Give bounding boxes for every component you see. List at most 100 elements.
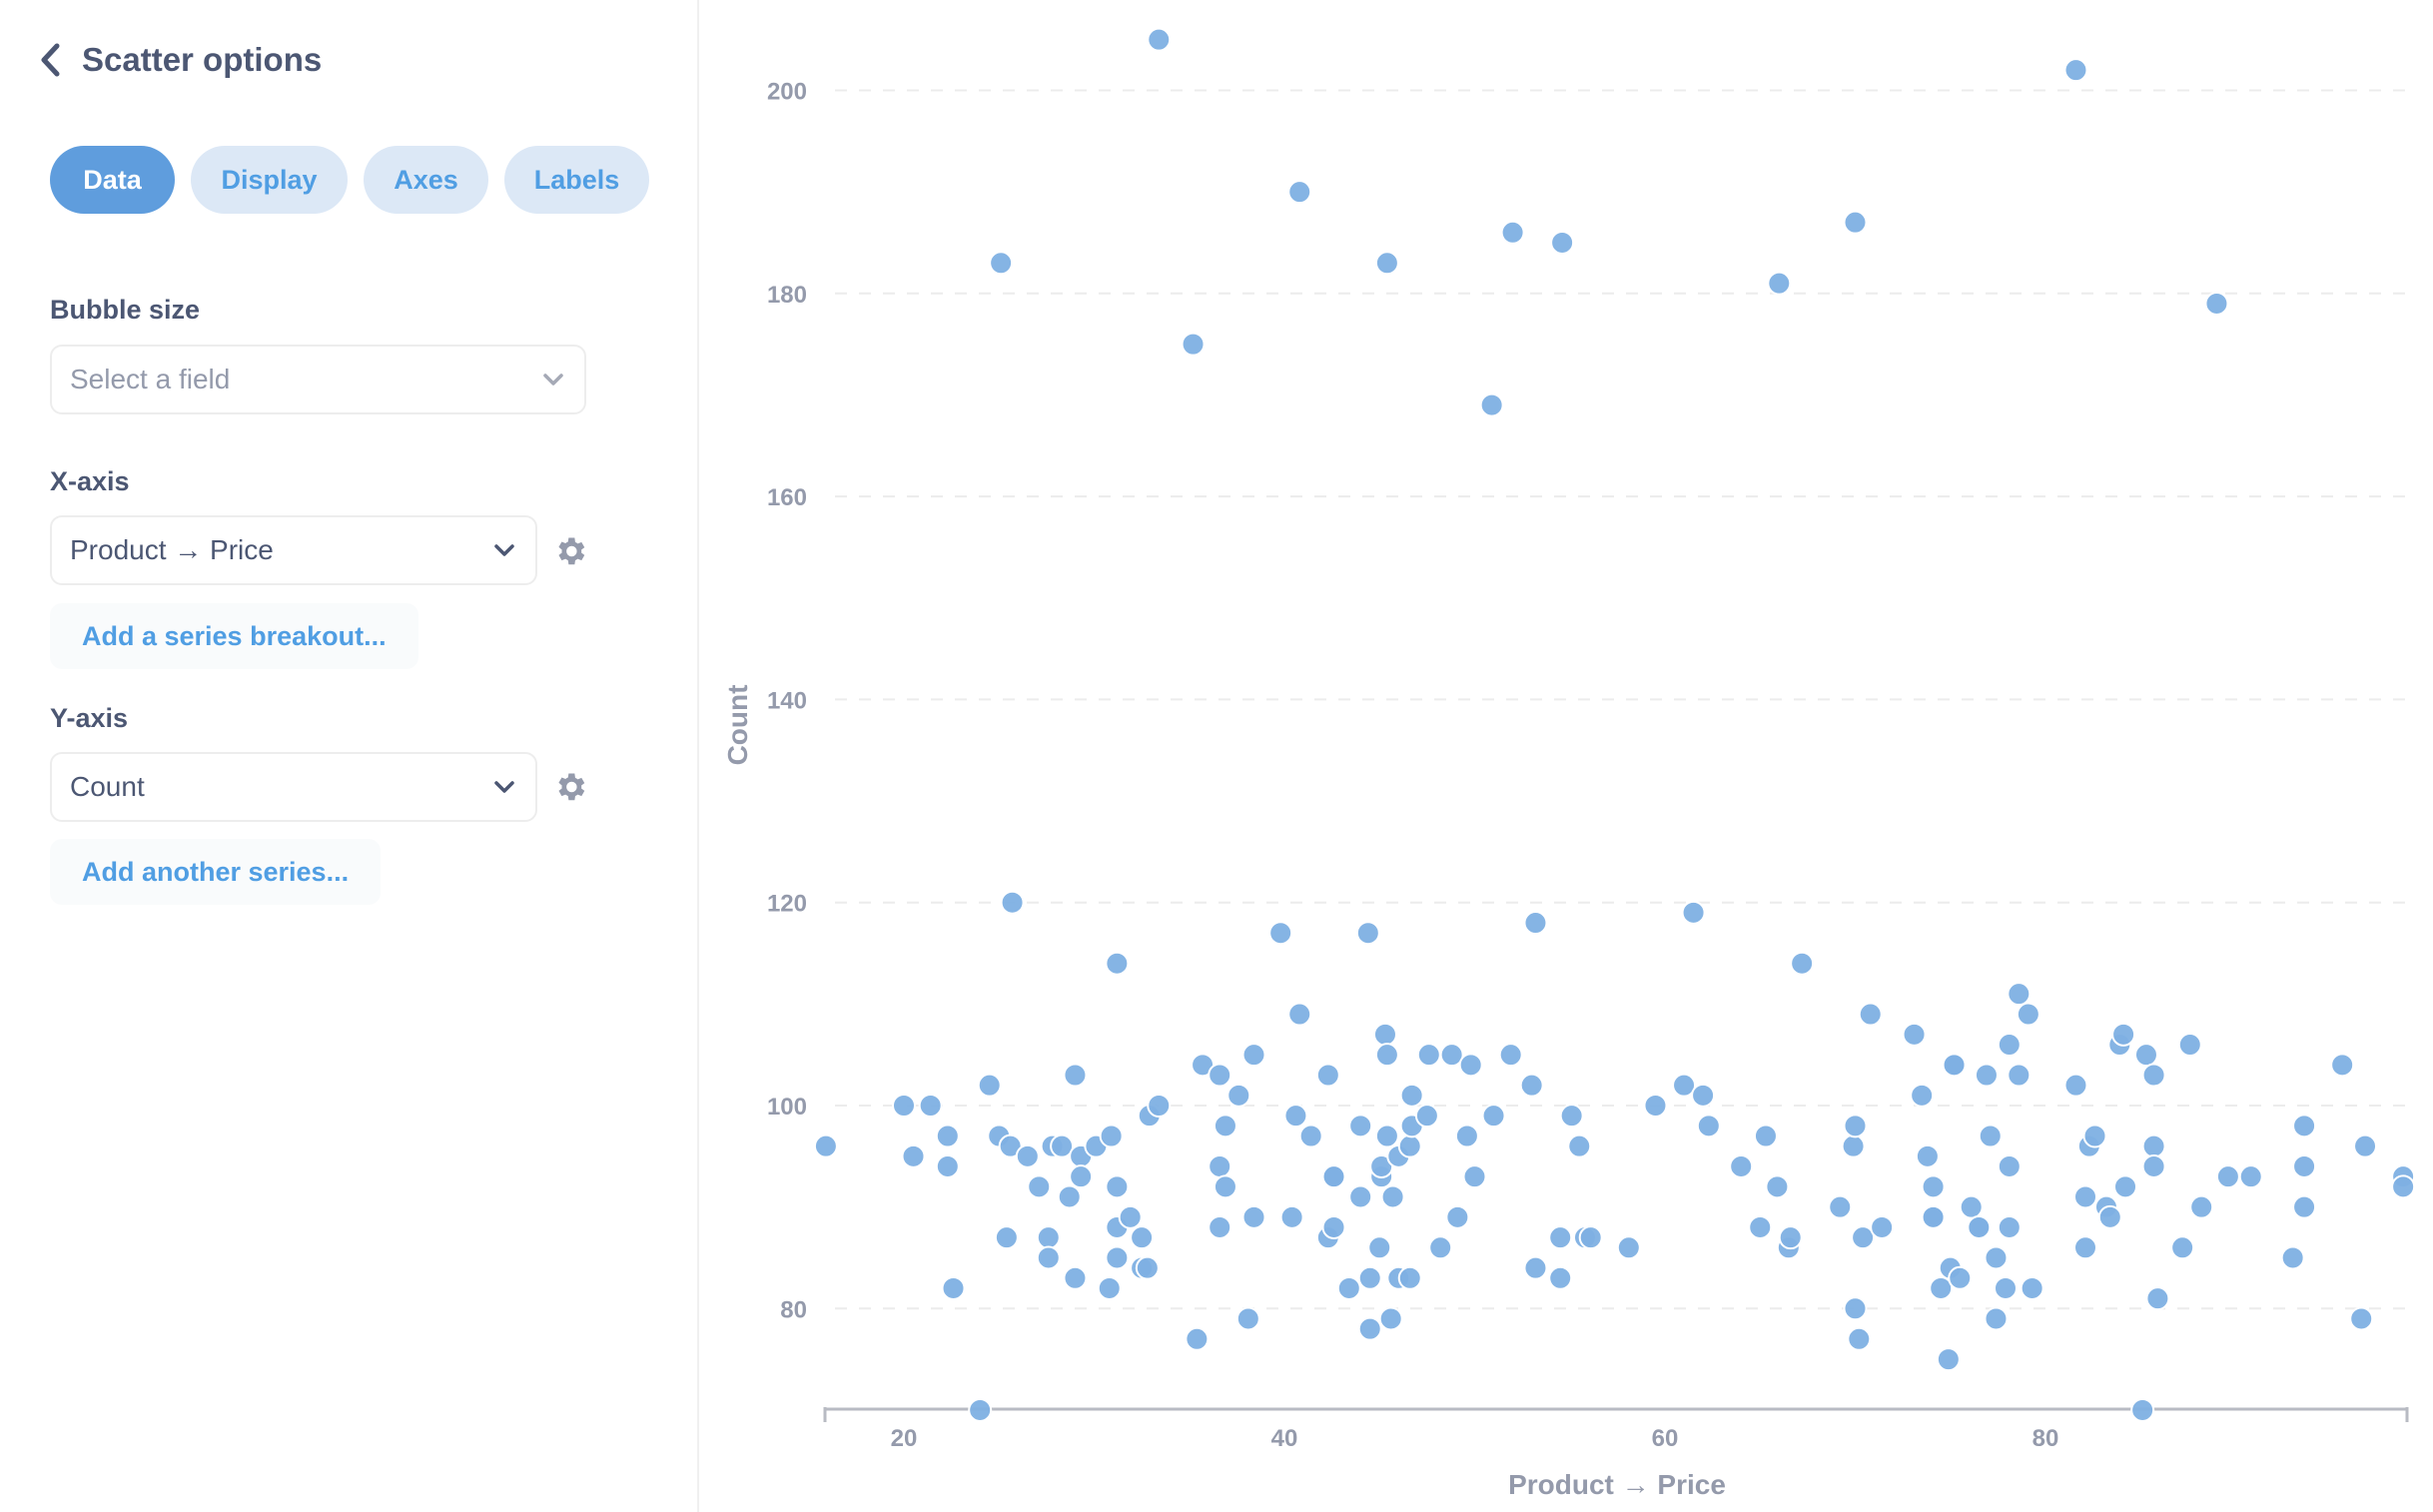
scatter-point <box>1915 1143 1940 1168</box>
scatter-point <box>1208 1153 1232 1178</box>
scatter-point <box>977 1073 1002 1098</box>
scatter-point <box>1790 951 1815 976</box>
scatter-point <box>1000 890 1025 915</box>
y-axis-gear-icon[interactable] <box>550 767 590 807</box>
scatter-point <box>989 251 1014 276</box>
scatter-point <box>1481 1104 1506 1129</box>
scatter-point <box>1993 1275 2018 1300</box>
y-tick-label: 120 <box>767 891 807 918</box>
scatter-point <box>2280 1245 2305 1270</box>
scatter-point <box>1567 1134 1592 1158</box>
scatter-point <box>2082 1124 2107 1148</box>
scatter-point <box>1348 1184 1373 1209</box>
scatter-point <box>968 1397 993 1422</box>
scatter-point <box>1548 1225 1573 1250</box>
chevron-down-icon <box>491 537 517 563</box>
scatter-point <box>2330 1053 2355 1078</box>
scatter-point <box>1870 1214 1895 1239</box>
scatter-point <box>1523 911 1548 936</box>
scatter-point <box>1843 1114 1868 1138</box>
scatter-point <box>1753 1124 1778 1148</box>
scatter-point <box>1416 1043 1441 1068</box>
scatter-point <box>1942 1053 1967 1078</box>
scatter-point <box>1778 1225 1803 1250</box>
tab-display[interactable]: Display <box>191 146 348 214</box>
scatter-point <box>1616 1235 1641 1260</box>
scatter-point <box>1374 1043 1399 1068</box>
x-axis-select[interactable]: Product → Price <box>50 515 537 585</box>
scatter-point <box>1519 1073 1544 1098</box>
scatter-point <box>1548 1265 1573 1290</box>
scatter-point <box>2141 1063 2166 1088</box>
scatter-point <box>813 1134 838 1158</box>
scatter-point <box>1997 1214 2022 1239</box>
y-tick-label: 100 <box>767 1094 807 1121</box>
bubble-size-label: Bubble size <box>50 295 201 325</box>
scatter-point <box>2292 1194 2317 1219</box>
scatter-point <box>1321 1164 1346 1189</box>
scatter-point <box>1399 1083 1424 1108</box>
scatter-point <box>1765 1174 1790 1199</box>
tab-axes[interactable]: Axes <box>364 146 488 214</box>
scatter-point <box>2204 291 2229 316</box>
scatter-point <box>2063 1073 2088 1098</box>
scatter-point <box>1984 1245 2009 1270</box>
scatter-point <box>1097 1275 1122 1300</box>
scatter-point <box>1213 1174 1237 1199</box>
y-axis-select[interactable]: Count <box>50 752 537 822</box>
settings-sidebar: Scatter options Data Display Axes Labels… <box>0 0 699 1512</box>
tab-data[interactable]: Data <box>50 146 175 214</box>
scatter-point <box>1921 1204 1946 1229</box>
scatter-point <box>1696 1114 1721 1138</box>
scatter-point <box>1367 1235 1392 1260</box>
chevron-left-icon[interactable] <box>36 40 64 80</box>
scatter-point <box>1984 1306 2009 1331</box>
tab-labels[interactable]: Labels <box>504 146 649 214</box>
scatter-point <box>1997 1033 2022 1058</box>
back-header[interactable]: Scatter options <box>36 40 322 80</box>
scatter-point <box>1691 1083 1716 1108</box>
scatter-point <box>892 1094 916 1118</box>
scatter-point <box>1997 1153 2022 1178</box>
scatter-point <box>1036 1245 1061 1270</box>
scatter-point <box>2073 1235 2098 1260</box>
bubble-size-select[interactable]: Select a field <box>50 345 586 414</box>
scatter-point <box>2349 1306 2374 1331</box>
scatter-point <box>1550 230 1575 255</box>
scatter-point <box>2238 1164 2263 1189</box>
chevron-down-icon <box>540 367 566 392</box>
scatter-point <box>1268 921 1293 946</box>
chevron-down-icon <box>491 774 517 800</box>
scatter-point <box>1298 1124 1323 1148</box>
scatter-point <box>1828 1194 1853 1219</box>
scatter-point <box>2215 1164 2240 1189</box>
x-tick-label: 80 <box>2032 1425 2059 1452</box>
scatter-point <box>2133 1043 2158 1068</box>
scatter-point <box>1213 1114 1237 1138</box>
scatter-point <box>1843 1296 1868 1321</box>
scatter-point <box>1397 1134 1422 1158</box>
y-tick-labels: 80 100 120 140 160 180 200 <box>767 79 807 1324</box>
scatter-point <box>1057 1184 1082 1209</box>
scatter-point <box>994 1225 1019 1250</box>
scatter-point <box>1841 1134 1866 1158</box>
scatter-point <box>1748 1214 1773 1239</box>
add-series-breakout-button[interactable]: Add a series breakout... <box>50 603 418 669</box>
scatter-point <box>1208 1214 1232 1239</box>
scatter-point <box>1105 1245 1130 1270</box>
scatter-point <box>1235 1306 1260 1331</box>
scatter-point <box>1378 1306 1403 1331</box>
scatter-point <box>1279 1204 1304 1229</box>
bubble-size-placeholder: Select a field <box>70 364 231 394</box>
scatter-point <box>1208 1063 1232 1088</box>
scatter-point <box>1902 1022 1927 1047</box>
scatter-point <box>1357 1316 1382 1341</box>
scatter-chart: 80 100 120 140 160 180 200 20 40 60 80 Count Prod… <box>701 0 2433 1512</box>
scatter-point <box>1910 1083 1935 1108</box>
scatter-point <box>918 1094 943 1118</box>
y-tick-label: 80 <box>780 1296 807 1323</box>
x-axis-gear-icon[interactable] <box>550 531 590 571</box>
add-another-series-button[interactable]: Add another series... <box>50 839 382 905</box>
scatter-point <box>1357 1265 1382 1290</box>
scatter-point <box>1181 332 1206 357</box>
